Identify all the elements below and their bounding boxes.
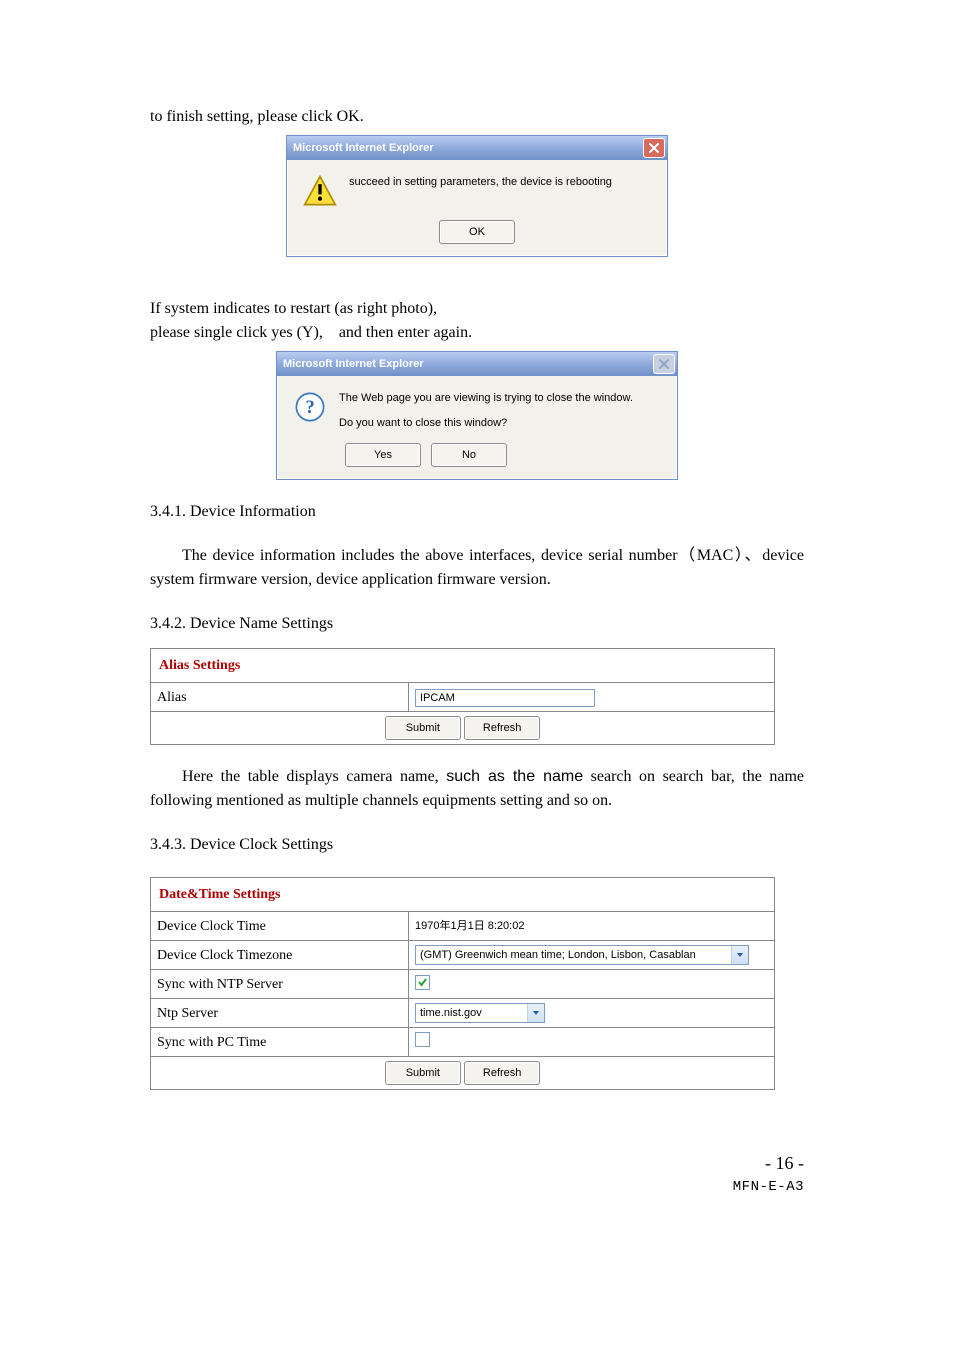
sync-pc-label: Sync with PC Time <box>151 1028 409 1057</box>
sync-ntp-checkbox[interactable] <box>415 975 430 990</box>
question-icon: ? <box>293 390 327 424</box>
dialog-title: Microsoft Internet Explorer <box>293 140 434 157</box>
table-row: Sync with NTP Server <box>151 970 775 999</box>
refresh-button[interactable]: Refresh <box>464 1061 540 1085</box>
datetime-settings-table: Date&Time Settings Device Clock Time 197… <box>150 877 775 1090</box>
intro-line-2: If system indicates to restart (as right… <box>150 297 804 321</box>
refresh-button[interactable]: Refresh <box>464 716 540 740</box>
warning-icon <box>303 174 337 208</box>
sync-pc-checkbox[interactable] <box>415 1032 430 1047</box>
close-icon[interactable] <box>643 138 665 158</box>
sync-ntp-value <box>409 970 775 999</box>
table-title: Date&Time Settings <box>151 878 775 912</box>
alias-label: Alias <box>151 683 409 712</box>
intro-line-1: to finish setting, please click OK. <box>150 105 804 129</box>
dialog-close-window: Microsoft Internet Explorer ? The Web pa… <box>276 351 678 480</box>
sync-ntp-label: Sync with NTP Server <box>151 970 409 999</box>
device-clock-timezone-value: (GMT) Greenwich mean time; London, Lisbo… <box>409 941 775 970</box>
intro-line-3: please single click yes (Y), and then en… <box>150 321 804 345</box>
section-body-3-4-1: The device information includes the abov… <box>150 544 804 592</box>
close-icon <box>653 354 675 374</box>
section-body-3-4-2: Here the table displays camera name, suc… <box>150 765 804 813</box>
ntp-server-select[interactable]: time.nist.gov <box>415 1003 545 1023</box>
table-row: Ntp Server time.nist.gov <box>151 999 775 1028</box>
table-row: Device Clock Timezone (GMT) Greenwich me… <box>151 941 775 970</box>
table-buttons: Submit Refresh <box>151 712 775 745</box>
sync-pc-value <box>409 1028 775 1057</box>
table-title: Alias Settings <box>151 649 775 683</box>
yes-button[interactable]: Yes <box>345 443 421 467</box>
section-heading-3-4-2: 3.4.2. Device Name Settings <box>150 612 804 636</box>
dialog-rebooting: Microsoft Internet Explorer succeed in s… <box>286 135 668 257</box>
svg-text:?: ? <box>305 397 314 418</box>
dialog-message: The Web page you are viewing is trying t… <box>339 390 633 431</box>
table-row: Device Clock Time 1970年1月1日 8:20:02 <box>151 912 775 941</box>
device-clock-time-value: 1970年1月1日 8:20:02 <box>409 912 775 941</box>
page-number: - 16 - <box>150 1150 804 1177</box>
table-row: Sync with PC Time <box>151 1028 775 1057</box>
submit-button[interactable]: Submit <box>385 716 461 740</box>
alias-value-cell <box>409 683 775 712</box>
ok-button[interactable]: OK <box>439 220 515 244</box>
dialog-title: Microsoft Internet Explorer <box>283 356 424 373</box>
ntp-server-value: time.nist.gov <box>409 999 775 1028</box>
alias-settings-table: Alias Settings Alias Submit Refresh <box>150 648 775 745</box>
section-heading-3-4-3: 3.4.3. Device Clock Settings <box>150 833 804 857</box>
doc-tag: MFN-E-A3 <box>150 1177 804 1198</box>
timezone-select[interactable]: (GMT) Greenwich mean time; London, Lisbo… <box>415 945 749 965</box>
chevron-down-icon <box>527 1004 544 1022</box>
no-button[interactable]: No <box>431 443 507 467</box>
table-row: Alias <box>151 683 775 712</box>
ntp-server-label: Ntp Server <box>151 999 409 1028</box>
chevron-down-icon <box>731 946 748 964</box>
alias-input[interactable] <box>415 689 595 707</box>
submit-button[interactable]: Submit <box>385 1061 461 1085</box>
table-buttons: Submit Refresh <box>151 1057 775 1090</box>
device-clock-time-label: Device Clock Time <box>151 912 409 941</box>
device-clock-timezone-label: Device Clock Timezone <box>151 941 409 970</box>
dialog-message: succeed in setting parameters, the devic… <box>349 174 612 191</box>
section-heading-3-4-1: 3.4.1. Device Information <box>150 500 804 524</box>
